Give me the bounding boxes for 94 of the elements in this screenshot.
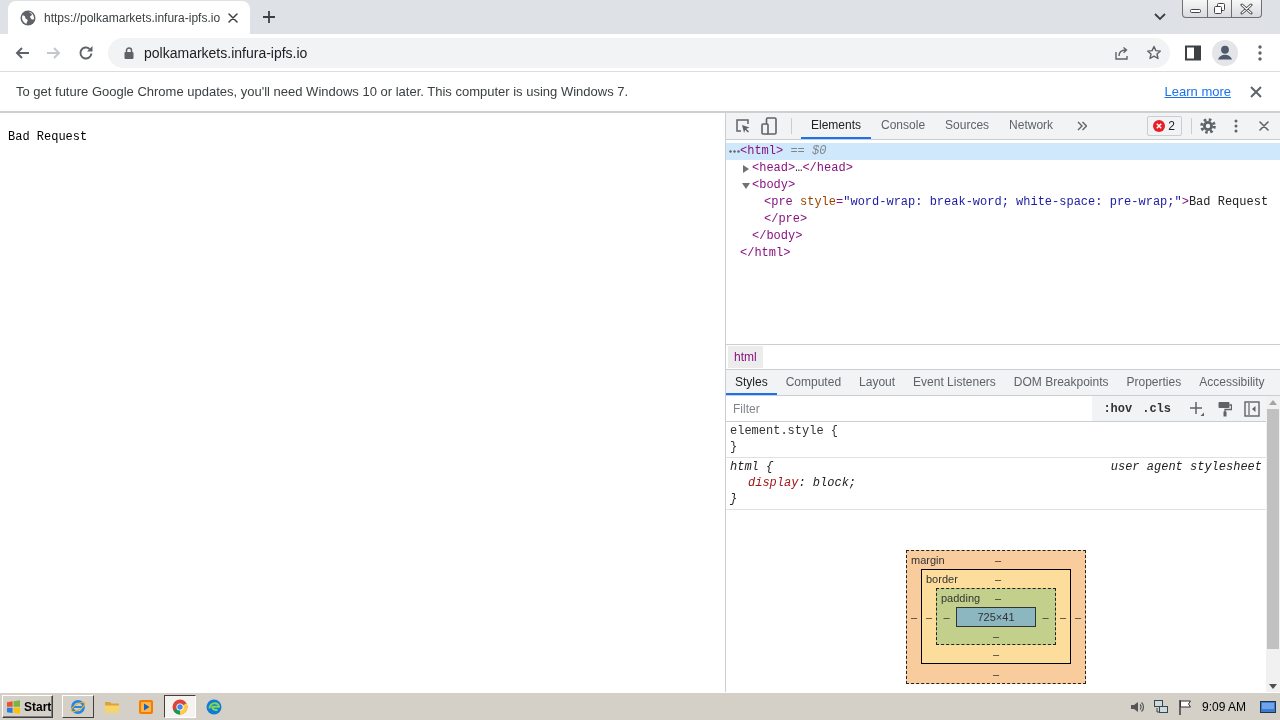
side-panel-icon[interactable] — [1185, 44, 1201, 61]
address-bar[interactable]: polkamarkets.infura-ipfs.io — [108, 37, 1170, 68]
panel-tab[interactable]: Elements — [801, 113, 872, 139]
filter-toggle-button[interactable]: :hov — [1098, 398, 1138, 419]
dom-closing-tag: </pre> — [764, 211, 808, 228]
swirl-logo-icon — [206, 698, 222, 715]
box-model-label: border — [926, 573, 958, 585]
chevron-down-icon[interactable] — [1154, 13, 1166, 21]
filter-toggle-button[interactable]: .cls — [1137, 398, 1176, 419]
panel-tab[interactable]: Sources — [935, 113, 1000, 139]
css-selector: html { — [730, 459, 774, 475]
more-dots-icon[interactable] — [728, 150, 740, 153]
close-icon[interactable] — [228, 12, 239, 23]
disclosure-triangle-icon[interactable] — [743, 164, 749, 173]
box-model-value: – — [943, 611, 950, 623]
reload-icon[interactable] — [78, 44, 94, 61]
box-model-value: – — [910, 610, 918, 623]
share-icon[interactable] — [1114, 44, 1130, 61]
start-logo-icon — [6, 699, 21, 714]
close-window-button[interactable] — [1231, 0, 1262, 18]
sidebar-tab[interactable]: Layout — [850, 370, 905, 395]
closing-brace: } — [730, 492, 738, 506]
show-desktop-icon[interactable] — [1260, 699, 1276, 714]
sidebar-tab[interactable]: Accessibility — [1190, 370, 1274, 395]
error-count-button[interactable]: 2 — [1147, 116, 1182, 136]
stylesheet-source: user agent stylesheet — [1110, 459, 1262, 475]
restore-icon — [1214, 3, 1225, 14]
e-logo-icon — [70, 698, 86, 715]
start-button[interactable]: Start — [2, 695, 53, 718]
back-icon[interactable] — [14, 44, 30, 61]
error-icon — [1153, 120, 1166, 132]
circle-logo-icon — [172, 698, 188, 715]
learn-more-link[interactable]: Learn more — [1164, 84, 1231, 99]
breadcrumb-item[interactable]: html — [728, 346, 763, 368]
browser-tab[interactable]: https://polkamarkets.infura-ipfs.io — [8, 1, 250, 34]
device-toolbar-icon[interactable] — [761, 117, 777, 135]
closing-brace: } — [730, 440, 738, 454]
update-message: To get future Google Chrome updates, you'll need Windows 10 or later. This computer is using Windows 7. — [16, 84, 630, 99]
more-tabs-icon[interactable] — [1077, 121, 1088, 131]
dom-tree-node[interactable]: <body> — [740, 177, 796, 194]
box-model-value: – — [994, 554, 1002, 566]
avatar-icon[interactable] — [1212, 39, 1238, 66]
lock-icon[interactable] — [124, 46, 134, 59]
clock-text: 9:09 AM — [1201, 699, 1246, 714]
dom-tree-node[interactable]: <html> == $0 — [726, 143, 1280, 160]
box-model-value: – — [994, 573, 1002, 585]
dom-tree-node[interactable]: <pre style="word-wrap: break-word; white-space: pre-wrap;">Bad Request — [764, 194, 1269, 211]
close-icon[interactable] — [1259, 121, 1269, 131]
close-icon[interactable] — [1250, 85, 1262, 98]
sidebar-tab[interactable]: Computed — [776, 370, 851, 395]
scrollbar-thumb[interactable] — [1267, 409, 1279, 649]
box-model-label: padding — [941, 592, 981, 604]
star-icon[interactable] — [1146, 44, 1162, 61]
minimize-icon — [1189, 9, 1201, 13]
box-model-value: – — [992, 648, 1000, 660]
menu-icon[interactable] — [1258, 44, 1262, 61]
restore-button[interactable] — [1207, 0, 1232, 18]
css-selector: element.style { — [730, 423, 839, 439]
box-model-value: – — [1059, 610, 1067, 623]
sidebar-tab[interactable]: Event Listeners — [904, 370, 1005, 395]
menu-icon[interactable] — [1234, 119, 1238, 133]
media-player-icon — [138, 698, 154, 715]
disclosure-triangle-icon[interactable] — [742, 182, 750, 189]
panel-tab[interactable]: Console — [871, 113, 936, 139]
scroll-down-icon[interactable] — [1269, 684, 1277, 689]
taskbar-button[interactable] — [164, 695, 196, 718]
scrollbar[interactable] — [1266, 396, 1280, 692]
dom-tree-node[interactable]: <head>…</head> — [740, 160, 853, 177]
sidebar-toggle-icon[interactable] — [1244, 400, 1260, 417]
flag-icon[interactable] — [1177, 698, 1192, 715]
box-model-value: – — [994, 592, 1002, 604]
dom-closing-tag: </html> — [740, 245, 791, 262]
page-text: Bad Request — [8, 130, 88, 144]
sidebar-tab[interactable]: DOM Breakpoints — [1004, 370, 1118, 395]
css-declaration[interactable]: display: block; — [748, 476, 857, 490]
panel-tab[interactable]: Network — [999, 113, 1064, 139]
globe-icon — [20, 9, 36, 26]
paint-roller-icon[interactable] — [1218, 400, 1232, 417]
new-rule-plus-icon[interactable] — [1190, 401, 1204, 416]
box-model-value: – — [992, 667, 1000, 680]
plus-icon[interactable] — [262, 10, 276, 24]
close-icon — [1240, 2, 1253, 15]
network-icon[interactable] — [1152, 698, 1169, 715]
sidebar-tab[interactable]: Properties — [1117, 370, 1191, 395]
box-model-label: margin — [911, 554, 945, 566]
box-model-value: – — [925, 610, 933, 623]
minimize-button[interactable] — [1182, 0, 1208, 18]
box-model-value: – — [1042, 611, 1049, 623]
content-size: 725×41 — [956, 607, 1036, 627]
box-model-value: – — [1074, 610, 1082, 623]
dom-closing-tag: </body> — [752, 228, 803, 245]
box-model-value: – — [992, 629, 1000, 642]
settings-icon[interactable] — [1200, 118, 1216, 134]
inspect-icon[interactable] — [735, 118, 751, 134]
